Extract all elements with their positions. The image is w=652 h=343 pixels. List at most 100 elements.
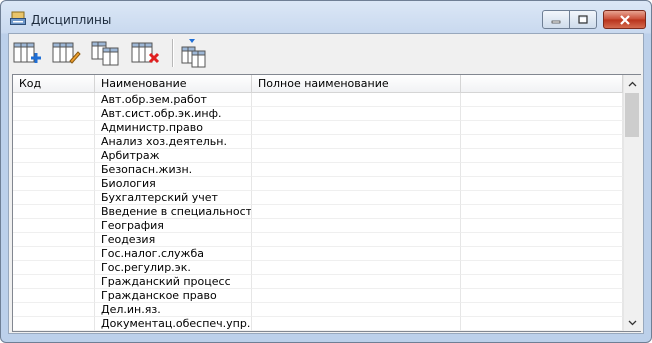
cell-extra — [461, 107, 623, 121]
cell-extra — [461, 135, 623, 149]
cell-extra — [461, 177, 623, 191]
cell-extra — [461, 247, 623, 261]
cell-full-name — [252, 177, 461, 191]
table-row[interactable]: География — [13, 219, 623, 233]
delete-column-button[interactable] — [130, 38, 160, 68]
cell-full-name — [252, 219, 461, 233]
column-header-code[interactable]: Код — [13, 75, 95, 92]
cell-full-name — [252, 149, 461, 163]
minimize-button[interactable] — [542, 10, 570, 29]
table-row[interactable]: Гос.налог.служба — [13, 247, 623, 261]
cell-name: Гос.регулир.эк. — [95, 261, 252, 275]
cell-code — [13, 205, 95, 219]
table-row[interactable]: Гражданский процесс — [13, 275, 623, 289]
scrollbar-thumb[interactable] — [625, 93, 639, 137]
cell-extra — [461, 261, 623, 275]
column-header-full-name[interactable]: Полное наименование — [252, 75, 461, 92]
cell-code — [13, 317, 95, 331]
cell-full-name — [252, 261, 461, 275]
scroll-up-arrow[interactable] — [624, 75, 641, 92]
cell-full-name — [252, 247, 461, 261]
cell-extra — [461, 289, 623, 303]
vertical-scrollbar[interactable] — [623, 75, 641, 331]
table-row[interactable]: Биология — [13, 177, 623, 191]
cell-name: Гос.налог.служба — [95, 247, 252, 261]
cell-full-name — [252, 233, 461, 247]
delete-column-icon — [130, 42, 160, 71]
cell-full-name — [252, 121, 461, 135]
cell-code — [13, 107, 95, 121]
chevron-down-icon — [628, 320, 637, 325]
maximize-button[interactable] — [570, 10, 597, 29]
cell-extra — [461, 191, 623, 205]
cell-full-name — [252, 205, 461, 219]
table-row[interactable]: Авт.обр.зем.работ — [13, 93, 623, 107]
cell-extra — [461, 205, 623, 219]
cell-full-name — [252, 191, 461, 205]
cell-code — [13, 219, 95, 233]
close-icon — [604, 11, 645, 28]
table-row[interactable]: Бухгалтерский учет — [13, 191, 623, 205]
cell-full-name — [252, 303, 461, 317]
minimize-icon — [543, 11, 569, 28]
cell-name: Анализ хоз.деятельн. — [95, 135, 252, 149]
chevron-up-icon — [628, 81, 637, 86]
maximize-icon — [570, 11, 596, 28]
window-title: Дисциплины — [31, 13, 112, 27]
cell-name: Авт.обр.зем.работ — [95, 93, 252, 107]
table-row[interactable]: Безопасн.жизн. — [13, 163, 623, 177]
table-row[interactable]: Арбитраж — [13, 149, 623, 163]
cell-full-name — [252, 275, 461, 289]
cell-code — [13, 135, 95, 149]
title-bar[interactable]: Дисциплины — [1, 1, 651, 33]
cell-name: Бухгалтерский учет — [95, 191, 252, 205]
cell-extra — [461, 93, 623, 107]
sort-columns-icon — [179, 39, 209, 71]
cell-full-name — [252, 135, 461, 149]
cell-full-name — [252, 163, 461, 177]
scroll-down-arrow[interactable] — [624, 314, 641, 331]
cell-name: Дел.ин.яз. — [95, 303, 252, 317]
table-row[interactable]: Геодезия — [13, 233, 623, 247]
close-button[interactable] — [603, 10, 646, 29]
cell-extra — [461, 233, 623, 247]
cell-full-name — [252, 317, 461, 331]
table-row[interactable]: Гражданское право — [13, 289, 623, 303]
table-row[interactable]: Введение в специальность — [13, 205, 623, 219]
table-row[interactable]: Администр.право — [13, 121, 623, 135]
cell-code — [13, 303, 95, 317]
edit-column-icon — [51, 42, 81, 71]
cell-full-name — [252, 289, 461, 303]
cell-extra — [461, 121, 623, 135]
cell-full-name — [252, 93, 461, 107]
cell-code — [13, 247, 95, 261]
cell-code — [13, 93, 95, 107]
cell-extra — [461, 275, 623, 289]
table-row[interactable]: Анализ хоз.деятельн. — [13, 135, 623, 149]
cell-name: Гражданский процесс — [95, 275, 252, 289]
cell-name: Введение в специальность — [95, 205, 252, 219]
table-row[interactable]: Гос.регулир.эк. — [13, 261, 623, 275]
cell-name: Администр.право — [95, 121, 252, 135]
copy-columns-button[interactable] — [91, 38, 121, 68]
cell-code — [13, 275, 95, 289]
table-body: Авт.обр.зем.работ Авт.сист.обр.эк.инф. Адм… — [13, 93, 623, 331]
cell-extra — [461, 219, 623, 233]
window-client-area: Код Наименование Полное наименование Авт… — [8, 33, 644, 334]
column-header-extra[interactable] — [461, 75, 623, 92]
cell-name: Биология — [95, 177, 252, 191]
cell-extra — [461, 317, 623, 331]
cell-code — [13, 289, 95, 303]
cell-name: Документац.обеспеч.упр. — [95, 317, 252, 331]
column-header-name[interactable]: Наименование — [95, 75, 252, 92]
copy-columns-icon — [91, 41, 121, 71]
add-column-button[interactable] — [12, 38, 42, 68]
edit-column-button[interactable] — [51, 38, 81, 68]
sort-columns-button[interactable] — [179, 38, 209, 68]
table-header: Код Наименование Полное наименование — [13, 75, 623, 93]
table-row[interactable]: Дел.ин.яз. — [13, 303, 623, 317]
table-row[interactable]: Документац.обеспеч.упр. — [13, 317, 623, 331]
table-row[interactable]: Авт.сист.обр.эк.инф. — [13, 107, 623, 121]
cell-name: Геодезия — [95, 233, 252, 247]
cell-code — [13, 163, 95, 177]
